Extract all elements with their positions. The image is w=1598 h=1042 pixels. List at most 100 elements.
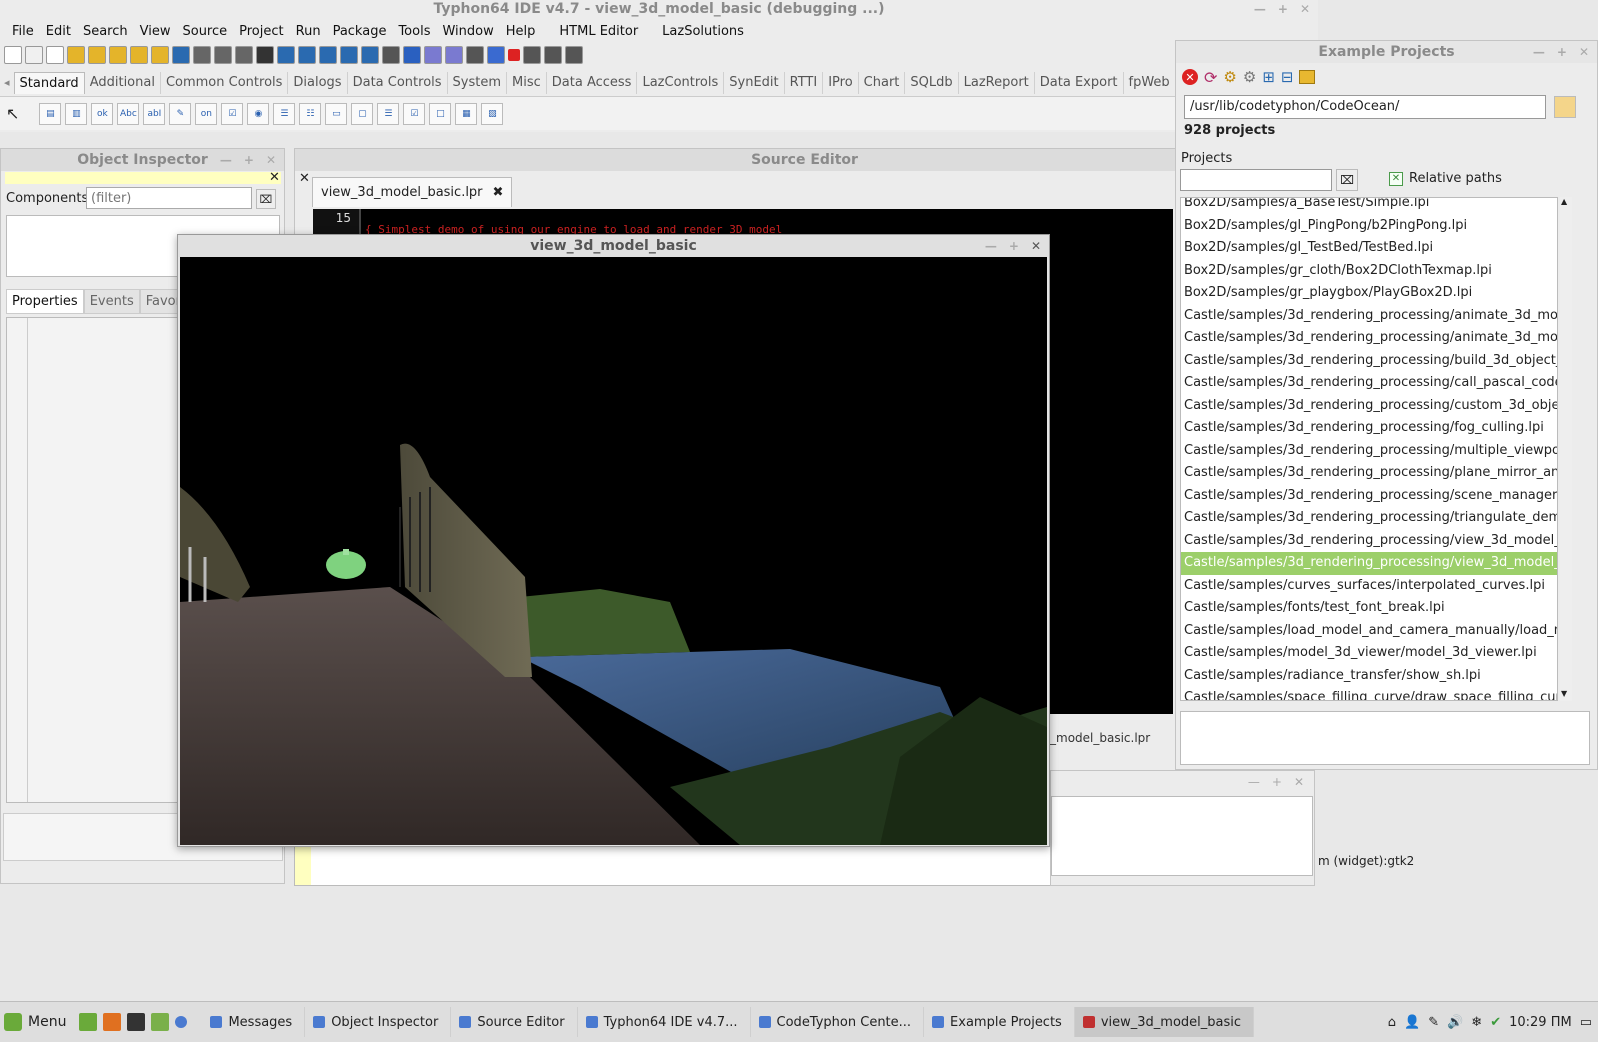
checkgroup-icon[interactable]: ☑ bbox=[403, 102, 426, 125]
close-icon[interactable]: ✕ bbox=[1300, 2, 1310, 16]
projects-filter-input[interactable] bbox=[1180, 169, 1332, 191]
project-list-item[interactable]: Castle/samples/3d_rendering_processing/t… bbox=[1181, 507, 1557, 530]
maximize-icon[interactable]: + bbox=[244, 153, 254, 167]
palette-tab-standard[interactable]: Standard bbox=[13, 72, 85, 94]
taskbar-item-example-projects[interactable]: Example Projects bbox=[924, 1007, 1075, 1037]
tab-events[interactable]: Events bbox=[83, 289, 140, 314]
render-canvas[interactable] bbox=[180, 257, 1047, 845]
close-icon[interactable]: ✕ bbox=[1579, 45, 1589, 59]
scroll-up-icon[interactable]: ▲ bbox=[1561, 197, 1567, 206]
ide-title-bar[interactable]: Typhon64 IDE v4.7 - view_3d_model_basic … bbox=[0, 0, 1318, 18]
settings-icon[interactable]: ⚙ bbox=[1243, 68, 1256, 86]
user-icon[interactable]: 👤 bbox=[1404, 1015, 1420, 1030]
palette-tab-data-controls[interactable]: Data Controls bbox=[348, 72, 448, 94]
actionlist-icon[interactable]: ▧ bbox=[481, 102, 504, 125]
shield-icon[interactable]: ✔ bbox=[1490, 1015, 1501, 1030]
save-icon[interactable] bbox=[193, 46, 211, 64]
jump-back-icon[interactable] bbox=[298, 46, 316, 64]
menu-lazsolutions[interactable]: LazSolutions bbox=[656, 24, 750, 39]
view-forms-icon[interactable] bbox=[382, 46, 400, 64]
menu-help[interactable]: Help bbox=[500, 24, 542, 39]
clean-icon[interactable] bbox=[151, 46, 169, 64]
oi-close-icon[interactable]: ✕ bbox=[269, 170, 280, 185]
mainmenu-icon[interactable]: ▤ bbox=[39, 102, 62, 125]
tab-properties[interactable]: Properties bbox=[6, 289, 84, 314]
project-list-item[interactable]: Castle/samples/3d_rendering_processing/c… bbox=[1181, 395, 1557, 418]
pointer-icon[interactable]: ↖ bbox=[6, 104, 19, 123]
listbox-icon[interactable]: ☰ bbox=[273, 102, 296, 125]
project-list-item[interactable]: Castle/samples/model_3d_viewer/model_3d_… bbox=[1181, 642, 1557, 665]
scroll-down-icon[interactable]: ▼ bbox=[1561, 689, 1567, 698]
groupbox-icon[interactable]: ▢ bbox=[351, 102, 374, 125]
open-icon[interactable] bbox=[172, 46, 190, 64]
project-list-item[interactable]: Castle/samples/3d_rendering_processing/f… bbox=[1181, 417, 1557, 440]
projects-scrollbar[interactable]: ▲ ▼ bbox=[1560, 197, 1572, 701]
palette-tab-chart[interactable]: Chart bbox=[859, 72, 906, 94]
memo-icon[interactable]: ✎ bbox=[169, 102, 192, 125]
menu-html-editor[interactable]: HTML Editor bbox=[553, 24, 644, 39]
close-icon[interactable]: ✕ bbox=[266, 153, 276, 167]
run-to-cursor-icon[interactable] bbox=[544, 46, 562, 64]
combobox-icon[interactable]: ☷ bbox=[299, 102, 322, 125]
menu-window[interactable]: Window bbox=[436, 24, 499, 39]
network-icon[interactable]: ⌂ bbox=[1388, 1015, 1396, 1030]
editor-close-icon[interactable]: ✕ bbox=[299, 171, 310, 186]
menu-edit[interactable]: Edit bbox=[40, 24, 77, 39]
run-icon[interactable] bbox=[466, 46, 484, 64]
palette-tab-data-export[interactable]: Data Export bbox=[1035, 72, 1124, 94]
menu-view[interactable]: View bbox=[134, 24, 177, 39]
refresh-icon[interactable]: ⟳ bbox=[1204, 68, 1217, 87]
menu-file[interactable]: File bbox=[6, 24, 40, 39]
project-list-item[interactable]: Castle/samples/radiance_transfer/show_sh… bbox=[1181, 665, 1557, 688]
open-icon[interactable] bbox=[1299, 70, 1316, 84]
project-list-item[interactable]: Castle/samples/space_filling_curve/draw_… bbox=[1181, 687, 1557, 700]
desktop-show-icon[interactable]: ▭ bbox=[1580, 1015, 1592, 1030]
open-project-icon[interactable] bbox=[67, 46, 85, 64]
project-list-item[interactable]: Castle/samples/3d_rendering_processing/v… bbox=[1181, 530, 1557, 553]
palette-tab-data-access[interactable]: Data Access bbox=[547, 72, 638, 94]
terminal-icon[interactable] bbox=[127, 1013, 146, 1031]
view-3d-title-bar[interactable]: view_3d_model_basic — + ✕ bbox=[178, 235, 1049, 257]
frame-icon[interactable]: ▦ bbox=[455, 102, 478, 125]
project-list-item[interactable]: Castle/samples/3d_rendering_processing/a… bbox=[1181, 327, 1557, 350]
project-list-item[interactable]: Castle/samples/curves_surfaces/interpola… bbox=[1181, 575, 1557, 598]
project-list-item[interactable]: Castle/samples/3d_rendering_processing/s… bbox=[1181, 485, 1557, 508]
toggle-form-icon[interactable] bbox=[340, 46, 358, 64]
palette-tab-additional[interactable]: Additional bbox=[85, 72, 161, 94]
palette-tab-ipro[interactable]: IPro bbox=[823, 72, 859, 94]
save-project-icon[interactable] bbox=[88, 46, 106, 64]
project-list-item[interactable]: Castle/samples/3d_rendering_processing/v… bbox=[1181, 552, 1557, 575]
close-icon[interactable]: ✕ bbox=[1031, 239, 1041, 253]
project-list-item[interactable]: Castle/samples/3d_rendering_processing/m… bbox=[1181, 440, 1557, 463]
project-list-item[interactable]: Box2D/samples/gr_cloth/Box2DClothTexmap.… bbox=[1181, 260, 1557, 283]
menu-package[interactable]: Package bbox=[327, 24, 393, 39]
minimize-icon[interactable]: — bbox=[1533, 45, 1545, 59]
find-icon[interactable] bbox=[256, 46, 274, 64]
palette-tab-sqldb[interactable]: SQLdb bbox=[905, 72, 959, 94]
start-menu-button[interactable]: Menu bbox=[0, 1013, 76, 1031]
project-list-item[interactable]: Castle/samples/3d_rendering_processing/a… bbox=[1181, 305, 1557, 328]
relative-paths-checkbox[interactable]: ✕ Relative paths bbox=[1389, 171, 1502, 186]
taskbar-item-object-inspector[interactable]: Object Inspector bbox=[305, 1007, 452, 1037]
palette-tab-synedit[interactable]: SynEdit bbox=[724, 72, 785, 94]
palette-tab-misc[interactable]: Misc bbox=[507, 72, 547, 94]
save-all-icon[interactable] bbox=[214, 46, 232, 64]
remove-icon[interactable]: ⊟ bbox=[1281, 68, 1294, 86]
edit-icon[interactable]: abI bbox=[143, 102, 166, 125]
taskbar-item-source-editor[interactable]: Source Editor bbox=[451, 1007, 578, 1037]
project-list-item[interactable]: Castle/samples/load_model_and_camera_man… bbox=[1181, 620, 1557, 643]
maximize-icon[interactable]: + bbox=[1278, 2, 1288, 16]
scrollbar-icon[interactable]: ▭ bbox=[325, 102, 348, 125]
run-project-icon[interactable] bbox=[109, 46, 127, 64]
object-inspector-title-bar[interactable]: Object Inspector — + ✕ bbox=[1, 149, 284, 171]
project-list-item[interactable]: Box2D/samples/gl_PingPong/b2PingPong.lpi bbox=[1181, 215, 1557, 238]
maximize-icon[interactable]: + bbox=[1009, 239, 1019, 253]
menu-project[interactable]: Project bbox=[233, 24, 289, 39]
menu-search[interactable]: Search bbox=[77, 24, 134, 39]
checkbox-icon[interactable]: ☑ bbox=[221, 102, 244, 125]
example-projects-title-bar[interactable]: Example Projects — + ✕ bbox=[1176, 41, 1597, 63]
components-filter-input[interactable] bbox=[86, 187, 252, 209]
checkbox-checked-icon[interactable]: ✕ bbox=[1389, 171, 1403, 186]
update-icon[interactable]: ❄ bbox=[1471, 1015, 1482, 1030]
palette-tab-fpweb[interactable]: fpWeb bbox=[1124, 72, 1176, 94]
